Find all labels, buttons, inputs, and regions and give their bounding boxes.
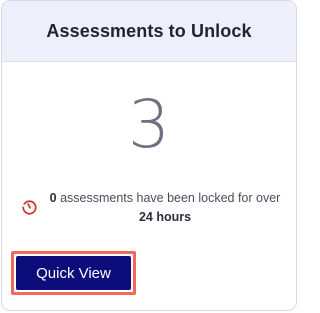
assessments-to-unlock-card: Assessments to Unlock 3 0 assessments ha… [1, 0, 297, 311]
card-header: Assessments to Unlock [2, 1, 296, 62]
lock-duration: 24 hours [138, 210, 192, 224]
locked-count: 0 [49, 191, 57, 205]
card-title: Assessments to Unlock [46, 20, 252, 41]
lock-info-middle: assessments have been locked for over [56, 191, 281, 205]
assessments-count: 3 [128, 86, 170, 163]
lock-info: 0 assessments have been locked for over … [20, 189, 282, 227]
lock-info-text: 0 assessments have been locked for over … [48, 189, 282, 227]
quick-view-button[interactable]: Quick View [16, 256, 131, 290]
clock-icon [22, 200, 37, 215]
quick-view-focus-outline: Quick View [11, 251, 136, 295]
